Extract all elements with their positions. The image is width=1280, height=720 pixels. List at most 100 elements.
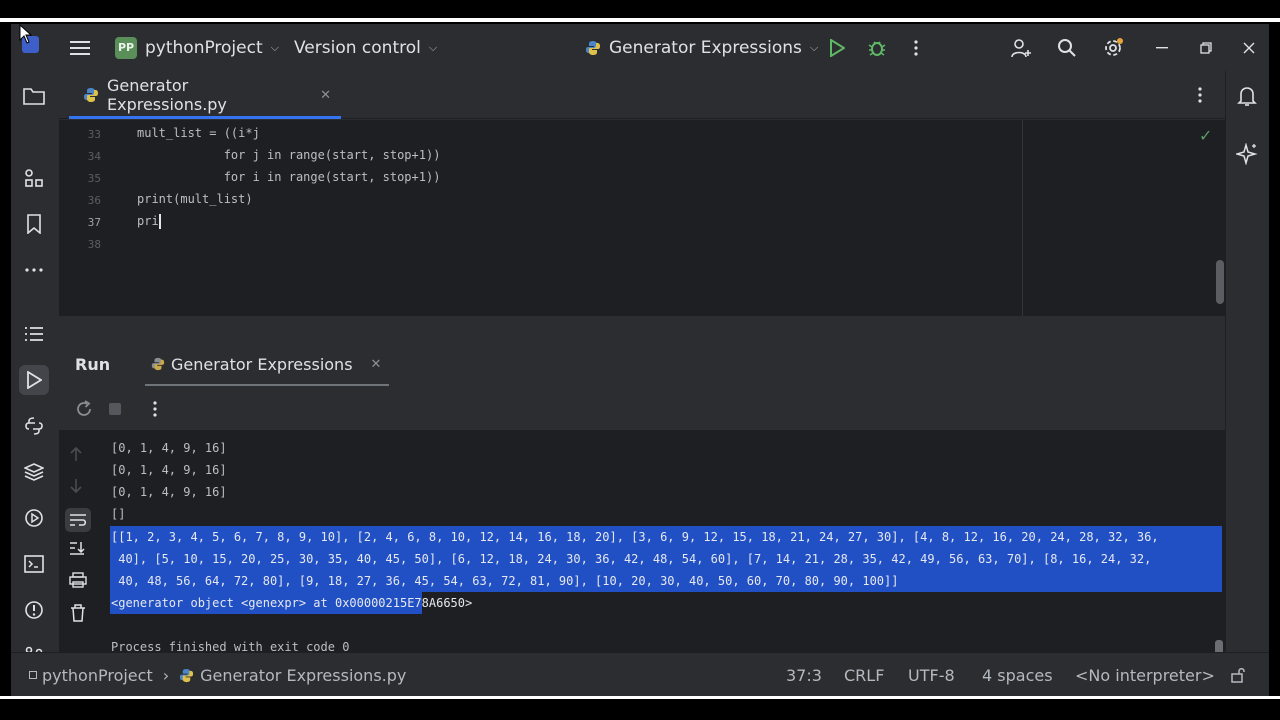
python-packages-icon[interactable] — [19, 411, 49, 441]
code-editor[interactable]: 33 34 35 36 37 38 mult_list = ((i*j for … — [59, 120, 1225, 316]
chevron-down-icon: ⌵ — [428, 40, 438, 54]
module-icon — [29, 671, 37, 679]
project-badge: PP — [115, 36, 137, 59]
caret-position[interactable]: 37:3 — [786, 653, 822, 696]
close-run-tab-icon[interactable]: ✕ — [371, 357, 382, 372]
tab-generator-expressions[interactable]: Generator Expressions.py ✕ — [69, 71, 341, 119]
settings-gear-icon[interactable] — [1101, 24, 1125, 71]
line-number: 35 — [87, 172, 101, 185]
python-file-icon — [179, 668, 194, 683]
console-side-toolbar — [59, 430, 97, 680]
soft-wrap-icon[interactable] — [65, 508, 91, 532]
debug-icon[interactable] — [866, 24, 888, 71]
run-tab-label: Generator Expressions — [171, 354, 353, 374]
project-folder-icon[interactable] — [19, 81, 49, 111]
status-bar: pythonProject › Generator Expressions.py… — [11, 652, 1269, 696]
line-number: 34 — [87, 150, 101, 163]
todo-list-icon[interactable] — [19, 319, 49, 349]
line-number-current: 37 — [87, 216, 101, 229]
lock-icon[interactable] — [1230, 653, 1246, 696]
run-tab-generator-expressions[interactable]: Generator Expressions ✕ — [151, 342, 391, 386]
breadcrumb-project[interactable]: pythonProject — [42, 666, 153, 685]
line-number: 38 — [87, 238, 101, 251]
search-icon[interactable] — [1055, 24, 1079, 71]
vcs-label: Version control — [294, 37, 421, 58]
project-selector[interactable]: PP pythonProject ⌵ — [115, 24, 279, 71]
console-line-selected: 40, 48, 56, 64, 72, 80], [9, 18, 27, 36,… — [111, 574, 899, 588]
no-problems-check-icon[interactable]: ✓ — [1199, 126, 1212, 145]
breadcrumb-file[interactable]: Generator Expressions.py — [200, 666, 406, 685]
python-icon — [151, 357, 165, 371]
title-bar: PP pythonProject ⌵ Version control ⌵ Gen… — [11, 24, 1269, 71]
notifications-bell-icon[interactable] — [1232, 81, 1262, 111]
chevron-down-icon: ⌵ — [809, 40, 819, 54]
indent-setting[interactable]: 4 spaces — [982, 653, 1053, 696]
scroll-down-icon[interactable] — [69, 478, 83, 494]
code-line-current: pri — [137, 214, 161, 229]
breadcrumb-separator-icon: › — [162, 665, 170, 685]
bookmarks-icon[interactable] — [19, 209, 49, 239]
scroll-up-icon[interactable] — [69, 446, 83, 462]
bottom-border — [0, 696, 1280, 699]
interpreter-selector[interactable]: <No interpreter> — [1075, 653, 1215, 696]
run-panel-header: Run Generator Expressions ✕ — [59, 342, 1225, 387]
tab-label: Generator Expressions.py — [107, 76, 227, 114]
mouse-cursor-icon — [19, 23, 33, 48]
stop-icon[interactable] — [108, 402, 122, 416]
python-file-icon — [83, 87, 99, 103]
line-ending[interactable]: CRLF — [844, 653, 884, 696]
terminal-icon[interactable] — [19, 549, 49, 579]
current-line-text: pri — [137, 214, 159, 228]
close-tab-icon[interactable]: ✕ — [320, 88, 331, 103]
more-actions-icon[interactable] — [909, 24, 923, 71]
trash-icon[interactable] — [70, 604, 86, 622]
console-line: [0, 1, 4, 9, 16] — [111, 463, 227, 477]
code-line: print(mult_list) — [137, 192, 253, 206]
more-tools-icon[interactable] — [19, 255, 49, 285]
close-window-icon[interactable] — [1242, 24, 1256, 71]
run-more-icon[interactable] — [153, 401, 157, 417]
ide-window: PP pythonProject ⌵ Version control ⌵ Gen… — [11, 24, 1269, 696]
project-name: pythonProject — [145, 37, 263, 58]
console-line-selected: [[1, 2, 3, 4, 5, 6, 7, 8, 9, 10], [2, 4,… — [111, 530, 1159, 544]
print-icon[interactable] — [69, 572, 87, 588]
restore-icon[interactable] — [1199, 24, 1213, 71]
code-line: for j in range(start, stop+1)) — [137, 148, 441, 162]
run-console-output[interactable]: [0, 1, 4, 9, 16] [0, 1, 4, 9, 16] [0, 1,… — [97, 430, 1225, 680]
right-margin-guide — [1022, 120, 1023, 316]
layers-icon[interactable] — [19, 457, 49, 487]
run-config-selector[interactable]: Generator Expressions ⌵ — [585, 24, 818, 71]
scroll-to-end-icon[interactable] — [69, 540, 85, 556]
text-caret — [158, 214, 161, 229]
breadcrumb: pythonProject › Generator Expressions.py — [29, 653, 406, 696]
top-border — [0, 18, 1280, 22]
ai-assistant-sparkle-icon[interactable] — [1232, 139, 1262, 169]
console-line: [0, 1, 4, 9, 16] — [111, 441, 227, 455]
run-icon[interactable] — [826, 24, 848, 71]
services-icon[interactable] — [19, 503, 49, 533]
console-line: [] — [111, 507, 126, 521]
run-panel-title: Run — [75, 354, 111, 374]
console-line-selected: 40], [5, 10, 15, 20, 25, 30, 35, 40, 45,… — [111, 552, 1152, 566]
vcs-selector[interactable]: Version control ⌵ — [294, 24, 437, 71]
code-line: for i in range(start, stop+1)) — [137, 170, 441, 184]
run-config-name: Generator Expressions — [609, 37, 802, 58]
file-encoding[interactable]: UTF-8 — [908, 653, 955, 696]
editor-tab-bar: Generator Expressions.py ✕ — [59, 71, 1225, 119]
code-line: mult_list = ((i*j — [137, 126, 260, 140]
main-menu-icon[interactable] — [69, 24, 91, 71]
console-line-generator: <generator object <genexpr> at 0x0000021… — [111, 596, 473, 610]
problems-icon[interactable] — [19, 595, 49, 625]
run-toolbar — [59, 386, 1225, 430]
active-tab-indicator — [69, 116, 341, 119]
structure-icon[interactable] — [19, 163, 49, 193]
python-icon — [585, 40, 601, 56]
console-line: [0, 1, 4, 9, 16] — [111, 485, 227, 499]
editor-scrollbar[interactable] — [1216, 260, 1224, 304]
minimize-icon[interactable] — [1155, 24, 1169, 71]
run-tool-icon[interactable] — [19, 365, 49, 395]
tab-options-icon[interactable] — [1195, 85, 1205, 105]
left-tool-strip — [11, 71, 57, 666]
add-user-icon[interactable] — [1009, 24, 1033, 71]
rerun-icon[interactable] — [75, 400, 93, 418]
